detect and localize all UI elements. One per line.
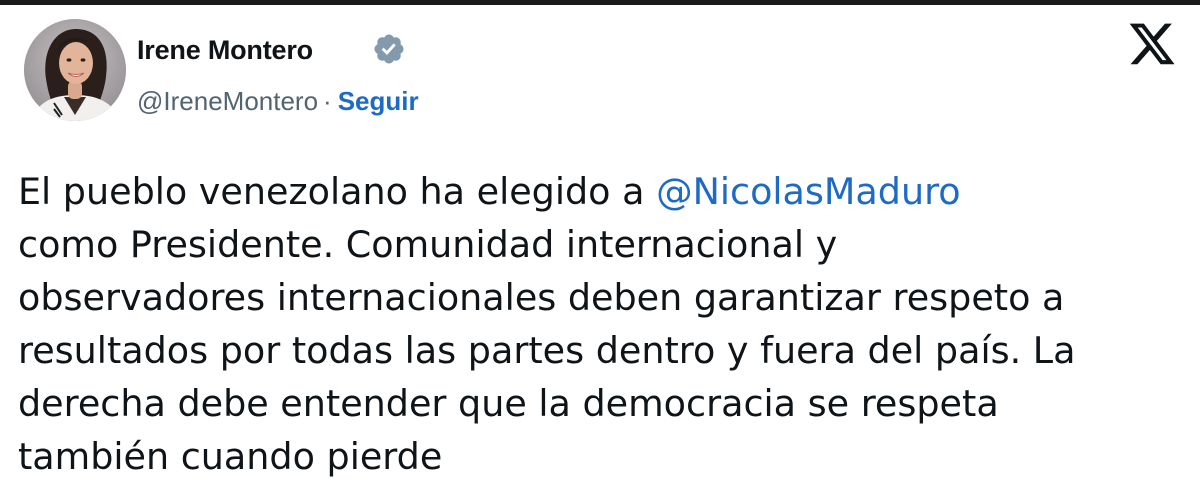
tweet-line: derecha debe entender que la democracia …	[18, 382, 999, 425]
x-logo-icon[interactable]	[1127, 23, 1177, 69]
tweet-line: también cuando pierde	[18, 435, 443, 478]
author-name[interactable]: Irene Montero	[137, 35, 313, 66]
follow-button[interactable]: Seguir	[338, 86, 419, 116]
author-avatar[interactable]	[24, 19, 126, 121]
tweet-card: Irene Montero @IreneMontero · Seguir El pu…	[0, 5, 1200, 487]
tweet-line-1-text: El pueblo venezolano ha elegido a	[18, 170, 657, 213]
mention-link[interactable]: @NicolasMaduro	[656, 170, 961, 213]
tweet-line: El pueblo venezolano ha elegido a @Nicol…	[18, 165, 1178, 218]
handle-row: @IreneMontero · Seguir	[137, 86, 419, 117]
separator-dot: ·	[323, 86, 332, 116]
tweet-line: resultados por todas las partes dentro y…	[18, 329, 1076, 372]
tweet-line: observadores internacionales deben garan…	[18, 276, 1065, 319]
avatar-photo	[24, 19, 126, 121]
author-handle[interactable]: @IreneMontero	[137, 86, 318, 116]
tweet-line: como Presidente. Comunidad internacional…	[18, 223, 838, 266]
verified-badge-icon	[374, 34, 404, 64]
tweet-text: El pueblo venezolano ha elegido a @Nicol…	[18, 165, 1178, 483]
